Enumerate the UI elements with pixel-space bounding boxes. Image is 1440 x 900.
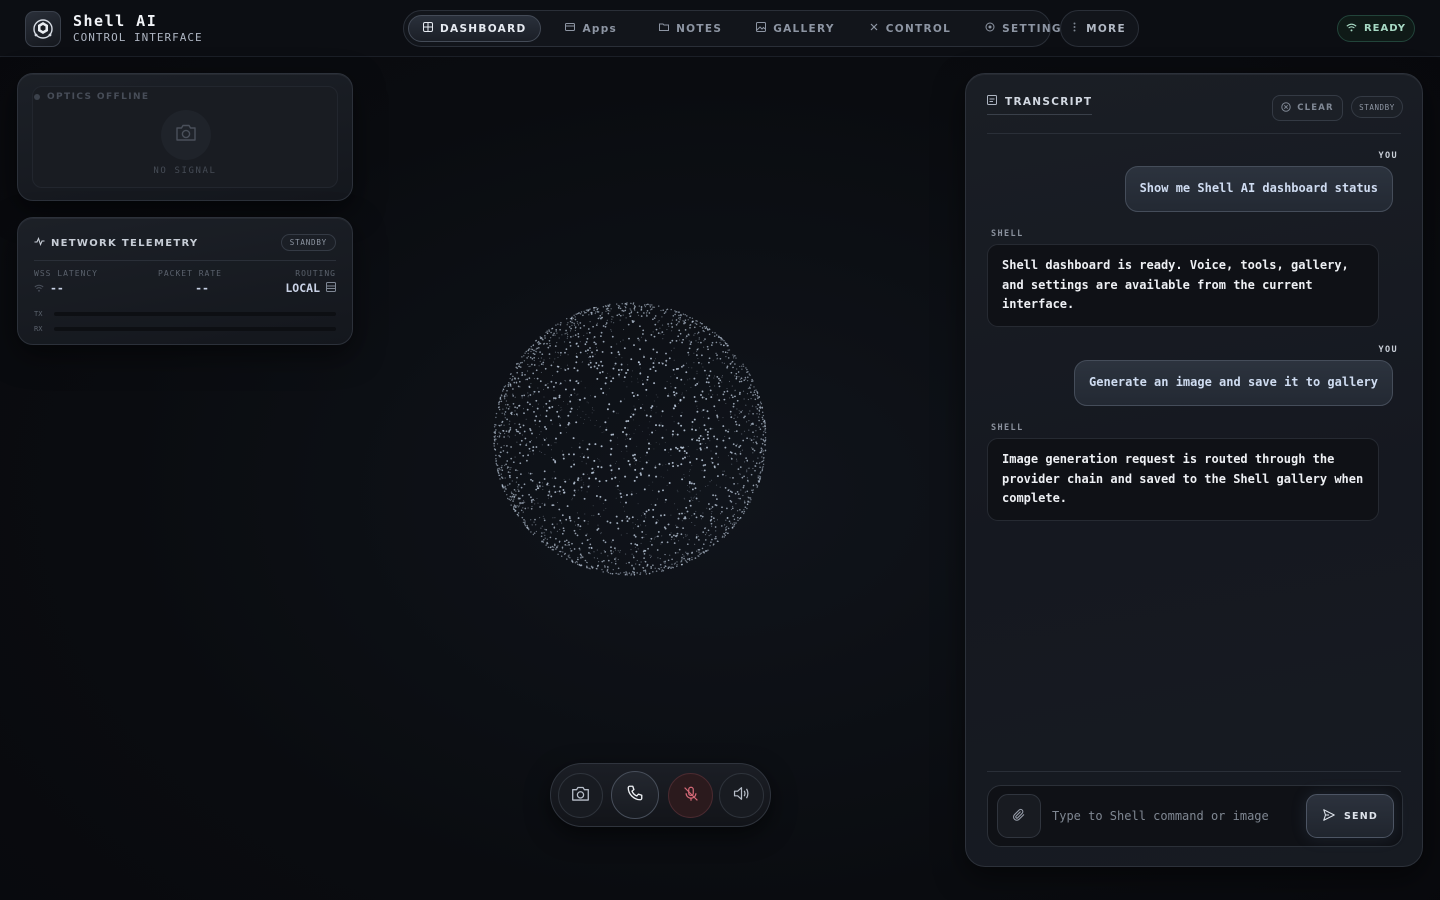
telemetry-header: NETWORK TELEMETRY [34, 236, 199, 249]
cube-logo-icon [25, 11, 61, 47]
user-message: Generate an image and save it to gallery [1074, 360, 1393, 406]
user-message: Show me Shell AI dashboard status [1124, 166, 1393, 212]
speaker-button[interactable] [719, 773, 764, 818]
signal-icon [34, 281, 44, 295]
transcript-icon [987, 95, 997, 108]
paperclip-icon [1012, 807, 1026, 826]
gear-icon [985, 22, 995, 35]
camera-placeholder [161, 110, 211, 160]
assistant-message: Image generation request is routed throu… [987, 438, 1379, 521]
wss-latency-label: WSS LATENCY [34, 269, 98, 278]
tab-dashboard-label: DASHBOARD [440, 22, 527, 35]
routing-label: ROUTING [295, 269, 336, 278]
send-arrow-icon [1322, 808, 1336, 825]
activity-icon [34, 236, 45, 249]
tab-gallery[interactable]: GALLERY [742, 15, 849, 42]
command-input[interactable] [1052, 802, 1292, 830]
telemetry-state-badge: STANDBY [280, 234, 336, 251]
tab-control-label: CONTROL [885, 22, 952, 35]
window-icon [565, 22, 576, 35]
app-title: Shell AI [73, 12, 158, 30]
optics-panel: OPTICS OFFLINE NO SIGNAL [17, 73, 353, 201]
packet-rate-label: PACKET RATE [158, 269, 222, 278]
call-control-dock [550, 763, 771, 827]
voice-visualizer-sphere [490, 299, 770, 579]
transcript-divider [987, 133, 1401, 134]
wss-latency: WSS LATENCY -- [34, 269, 98, 295]
transcript-header: TRANSCRIPT [987, 95, 1093, 115]
rx-meter: RX [34, 325, 336, 333]
message-role-you: YOU [1378, 345, 1398, 355]
camera-icon [571, 786, 590, 806]
network-telemetry-panel: NETWORK TELEMETRY STANDBY WSS LATENCY --… [17, 217, 353, 345]
tab-apps[interactable]: Apps [551, 15, 631, 42]
status-dot [34, 94, 40, 100]
wifi-icon [1346, 23, 1357, 35]
tab-notes-label: NOTES [676, 22, 723, 35]
tab-notes[interactable]: NOTES [645, 15, 736, 42]
optics-label: OPTICS OFFLINE [47, 92, 150, 102]
rx-bar [54, 327, 336, 331]
tx-bar [54, 312, 336, 316]
message-role-shell: SHELL [991, 229, 1024, 239]
main-nav: DASHBOARD Apps NOTES GALLERY CONTROL SET… [403, 10, 1069, 47]
clear-button[interactable]: CLEAR [1272, 95, 1343, 121]
no-signal-text: NO SIGNAL [153, 166, 217, 176]
message-composer: SEND [987, 785, 1403, 847]
tx-label: TX [34, 310, 43, 318]
attach-button[interactable] [997, 794, 1041, 838]
transcript-title: TRANSCRIPT [1005, 95, 1093, 108]
status-badge: READY [1337, 15, 1415, 42]
particle-sphere [493, 302, 767, 576]
rx-label: RX [34, 325, 43, 333]
telemetry-title: NETWORK TELEMETRY [51, 237, 199, 249]
clear-circle-icon [1281, 101, 1291, 115]
send-button[interactable]: SEND [1306, 794, 1394, 838]
transcript-panel: TRANSCRIPT CLEAR STANDBY YOU Show me She… [965, 73, 1423, 867]
vertical-dots-icon [1073, 22, 1076, 35]
telemetry-divider [34, 260, 336, 261]
call-button[interactable] [611, 771, 659, 819]
message-role-you: YOU [1378, 151, 1398, 161]
wss-latency-value: -- [50, 281, 64, 295]
image-icon [756, 22, 767, 35]
more-button[interactable]: MORE [1060, 10, 1139, 47]
packet-rate: PACKET RATE -- [158, 269, 222, 295]
routing-value: LOCAL [285, 281, 320, 295]
app-subtitle: CONTROL INTERFACE [73, 31, 203, 44]
routing: ROUTING LOCAL [285, 269, 336, 295]
mic-off-icon [682, 785, 700, 807]
camera-icon [175, 124, 197, 146]
tx-meter: TX [34, 310, 336, 318]
status-label: READY [1363, 23, 1407, 34]
tab-gallery-label: GALLERY [773, 22, 835, 35]
grid-icon [423, 22, 433, 35]
tab-apps-label: Apps [582, 22, 618, 35]
transcript-state-badge: STANDBY [1351, 96, 1403, 118]
more-label: MORE [1086, 22, 1126, 35]
tab-dashboard[interactable]: DASHBOARD [408, 15, 542, 42]
brand: Shell AI CONTROL INTERFACE [25, 11, 203, 47]
camera-button[interactable] [558, 773, 603, 818]
message-role-shell: SHELL [991, 423, 1024, 433]
phone-icon [626, 784, 644, 806]
tools-icon [869, 22, 879, 35]
server-icon [326, 281, 336, 295]
mute-microphone-button[interactable] [668, 773, 713, 818]
optics-status: OPTICS OFFLINE [34, 92, 149, 102]
folder-icon [659, 22, 670, 35]
send-label: SEND [1344, 810, 1378, 822]
tab-control[interactable]: CONTROL [855, 15, 965, 42]
speaker-icon [732, 785, 751, 806]
packet-rate-value: -- [195, 281, 209, 295]
top-bar: Shell AI CONTROL INTERFACE DASHBOARD App… [0, 0, 1440, 57]
assistant-message: Shell dashboard is ready. Voice, tools, … [987, 244, 1379, 327]
clear-label: CLEAR [1297, 103, 1334, 113]
composer-divider [987, 771, 1401, 772]
